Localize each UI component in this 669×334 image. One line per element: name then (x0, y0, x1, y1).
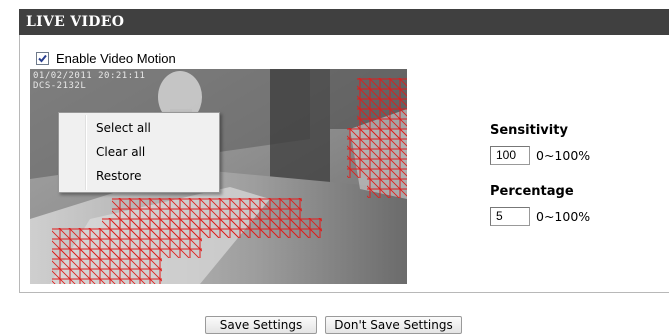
osd-camera-name: DCS-2132L (33, 81, 87, 91)
enable-motion-checkbox[interactable] (36, 51, 49, 65)
menu-item-restore[interactable]: Restore (96, 165, 142, 187)
section-title: LIVE VIDEO (26, 14, 125, 30)
percentage-input[interactable]: 5 (490, 207, 530, 226)
sensitivity-label: Sensitivity (490, 123, 568, 138)
osd-timestamp: 01/02/2011 20:21:11 (33, 71, 146, 81)
menu-gutter (85, 115, 87, 190)
percentage-range: 0~100% (536, 209, 591, 224)
sensitivity-row: 100 0~100% (490, 146, 590, 165)
checkmark-icon (38, 54, 47, 62)
menu-item-clear-all[interactable]: Clear all (96, 141, 145, 163)
sensitivity-range: 0~100% (536, 148, 591, 163)
percentage-label: Percentage (490, 184, 574, 199)
section-header: LIVE VIDEO (19, 9, 669, 35)
enable-motion-label: Enable Video Motion (56, 50, 176, 66)
sensitivity-group: Sensitivity 100 0~100% (490, 123, 590, 165)
video-osd: 01/02/2011 20:21:11 DCS-2132L (33, 71, 145, 91)
dont-save-settings-button[interactable]: Don't Save Settings (325, 316, 462, 334)
percentage-row: 5 0~100% (490, 207, 590, 226)
percentage-group: Percentage 5 0~100% (490, 184, 590, 226)
sensitivity-input[interactable]: 100 (490, 146, 530, 165)
context-menu: Select all Clear all Restore (58, 112, 220, 193)
save-settings-button[interactable]: Save Settings (205, 316, 317, 334)
menu-item-select-all[interactable]: Select all (96, 117, 151, 139)
enable-motion-row[interactable]: Enable Video Motion (36, 49, 176, 67)
